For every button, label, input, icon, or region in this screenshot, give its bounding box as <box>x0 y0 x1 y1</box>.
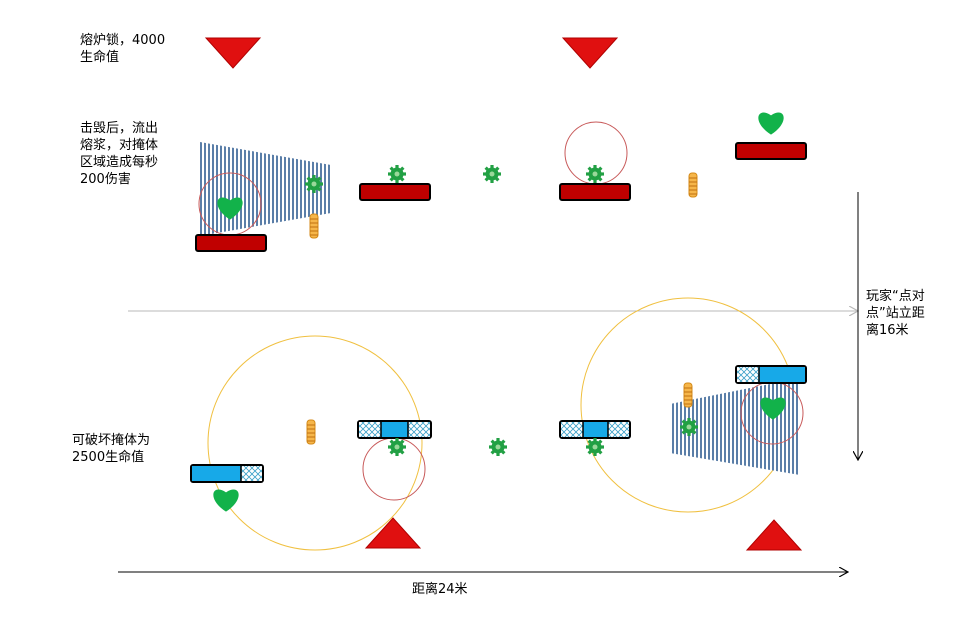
map-layout-diagram: 熔炉锁，4000 生命值 击毁后，流出 熔浆，对掩体 区域造成每秒 200伤害 … <box>0 0 977 635</box>
furnace-lock <box>195 234 267 252</box>
destroy-effect-label: 击毁后，流出 熔浆，对掩体 区域造成每秒 200伤害 <box>80 121 159 187</box>
green-gear-icon <box>388 165 406 183</box>
green-gear-icon <box>586 165 604 183</box>
green-heart-icon <box>213 489 239 512</box>
green-gear-icon <box>586 438 604 456</box>
furnace-lock <box>735 142 807 160</box>
green-gear-icon <box>489 438 507 456</box>
horizontal-distance-label: 距离24米 <box>412 582 468 597</box>
red-down-triangle-icon <box>204 37 262 69</box>
diagram-canvas <box>118 37 977 635</box>
destructible-cover <box>357 420 432 439</box>
orange-spring-icon <box>688 172 698 198</box>
orange-spring-icon <box>306 419 316 445</box>
destructible-cover <box>735 365 807 384</box>
furnace-lock <box>559 183 631 201</box>
red-down-triangle-icon <box>561 37 619 69</box>
vertical-distance-label: 玩家“点对 点”站立距 离16米 <box>866 289 925 338</box>
green-gear-icon <box>680 418 698 436</box>
destructible-cover <box>559 420 631 439</box>
red-up-triangle-icon <box>364 517 422 549</box>
furnace-lock-label: 熔炉锁，4000 生命值 <box>80 33 166 65</box>
cover-hp-label: 可破坏掩体为 2500生命值 <box>72 433 151 465</box>
green-gear-icon <box>483 165 501 183</box>
green-gear-icon <box>388 438 406 456</box>
orange-spring-icon <box>309 213 319 239</box>
green-heart-icon <box>758 112 784 135</box>
furnace-lock <box>359 183 431 201</box>
red-up-triangle-icon <box>745 519 803 551</box>
orange-spring-icon <box>683 382 693 408</box>
green-gear-icon <box>305 175 323 193</box>
destructible-cover <box>190 464 264 483</box>
